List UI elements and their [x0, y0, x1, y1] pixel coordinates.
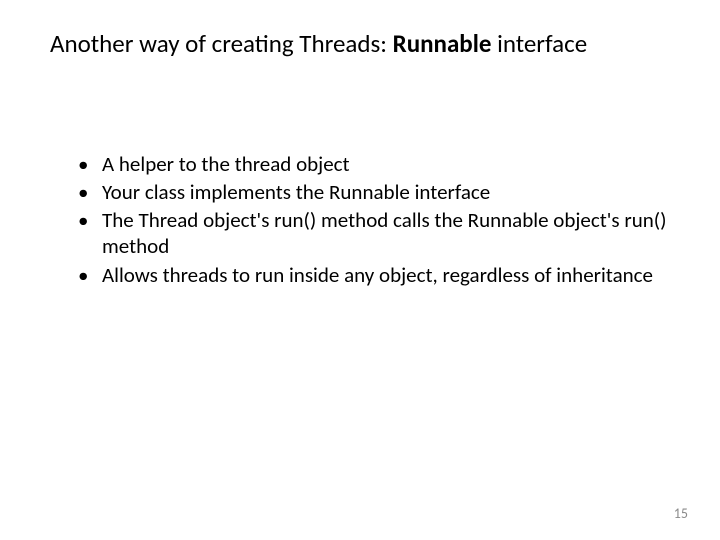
- bullet-list: A helper to the thread object Your class…: [50, 151, 670, 288]
- list-item: Allows threads to run inside any object,…: [84, 262, 670, 288]
- title-prefix: Another way of creating Threads:: [50, 28, 393, 59]
- title-suffix: interface: [491, 28, 587, 59]
- list-item: A helper to the thread object: [84, 151, 670, 177]
- list-item: Your class implements the Runnable inter…: [84, 179, 670, 205]
- list-item: The Thread object's run() method calls t…: [84, 207, 670, 260]
- slide-title: Another way of creating Threads: Runnabl…: [50, 28, 670, 61]
- slide: Another way of creating Threads: Runnabl…: [0, 0, 720, 540]
- page-number: 15: [674, 505, 688, 522]
- title-bold: Runnable: [393, 28, 492, 59]
